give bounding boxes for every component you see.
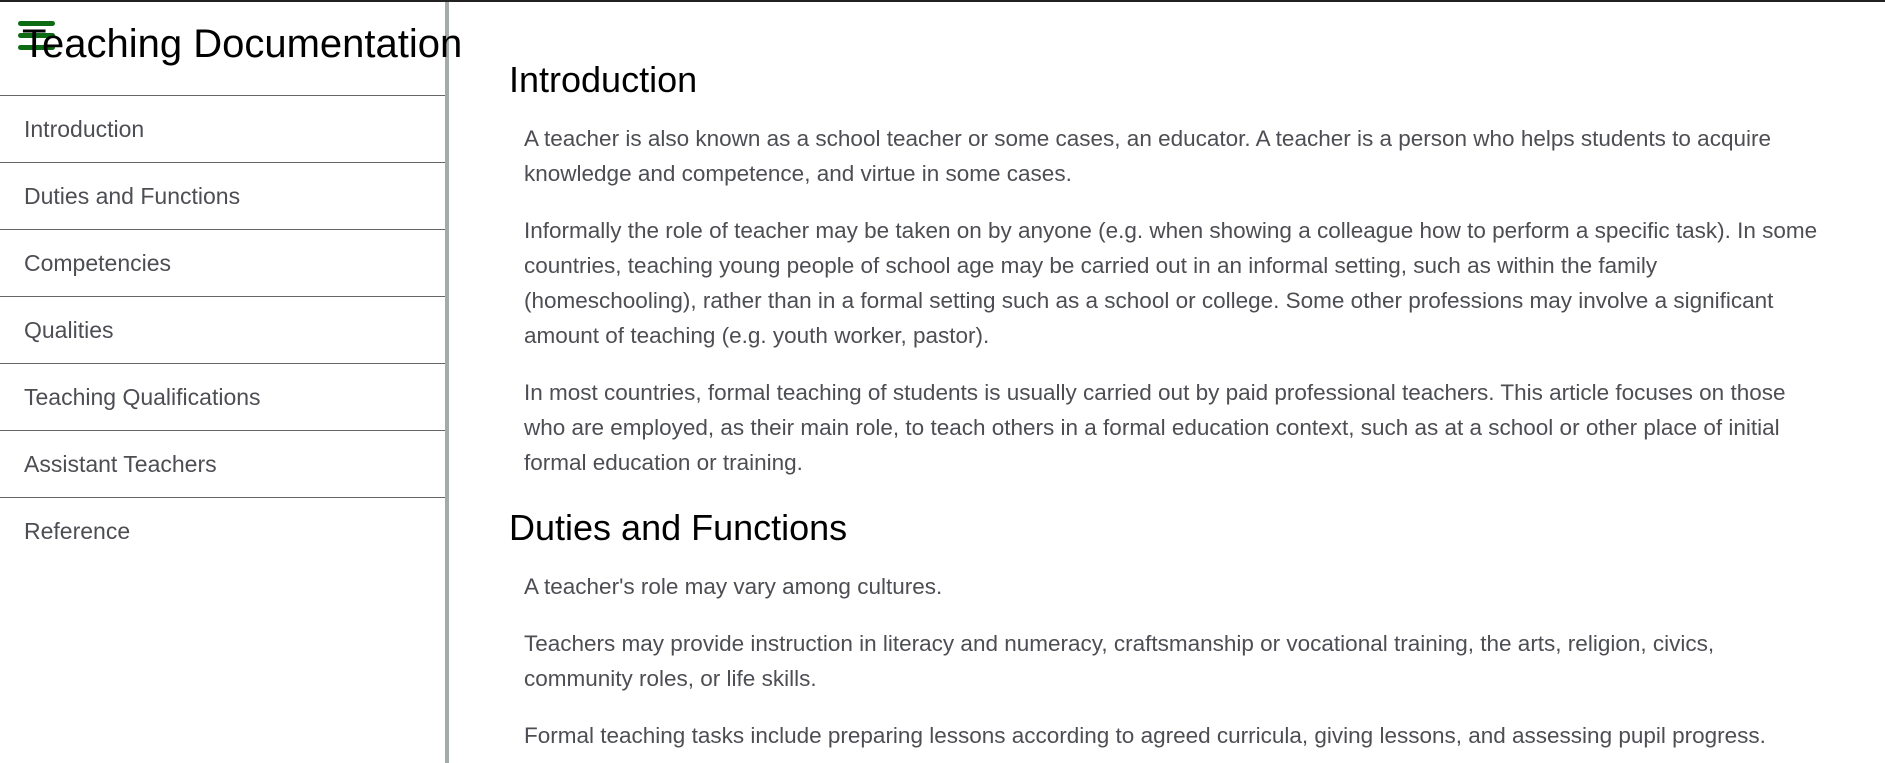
nav-link-reference[interactable]: Reference bbox=[0, 498, 445, 565]
section-paragraph: A teacher's role may vary among cultures… bbox=[524, 574, 943, 600]
section-heading: Duties and Functions bbox=[509, 507, 848, 549]
documentation-title: Teaching Documentation bbox=[22, 22, 463, 66]
nav-link-teaching-qualifications[interactable]: Teaching Qualifications bbox=[0, 364, 445, 431]
section-heading: Introduction bbox=[509, 59, 698, 100]
nav-link-assistant-teachers[interactable]: Assistant Teachers bbox=[0, 431, 445, 498]
section-paragraph: Formal teaching tasks include preparing … bbox=[524, 723, 1766, 749]
nav-list: Introduction Duties and Functions Compet… bbox=[0, 96, 445, 565]
section-paragraph: A teacher is also known as a school teac… bbox=[524, 126, 1771, 187]
main-doc: Introduction A teacher is also known as … bbox=[449, 2, 1885, 763]
nav-link-qualities[interactable]: Qualities bbox=[0, 297, 445, 364]
navbar: Teaching Documentation Introduction Duti… bbox=[0, 2, 462, 763]
section-duties-and-functions: Duties and Functions A teacher's role ma… bbox=[509, 506, 1821, 753]
section-introduction: Introduction A teacher is also known as … bbox=[509, 58, 1821, 480]
section-paragraph: Teachers may provide instruction in lite… bbox=[524, 631, 1715, 692]
nav-link-competencies[interactable]: Competencies bbox=[0, 230, 445, 297]
nav-link-introduction[interactable]: Introduction bbox=[0, 96, 445, 163]
navbar-header: Teaching Documentation bbox=[0, 2, 462, 96]
section-paragraph: In most countries, formal teaching of st… bbox=[524, 380, 1786, 476]
nav-link-duties-and-functions[interactable]: Duties and Functions bbox=[0, 163, 445, 230]
section-paragraph: Informally the role of teacher may be ta… bbox=[524, 218, 1818, 349]
